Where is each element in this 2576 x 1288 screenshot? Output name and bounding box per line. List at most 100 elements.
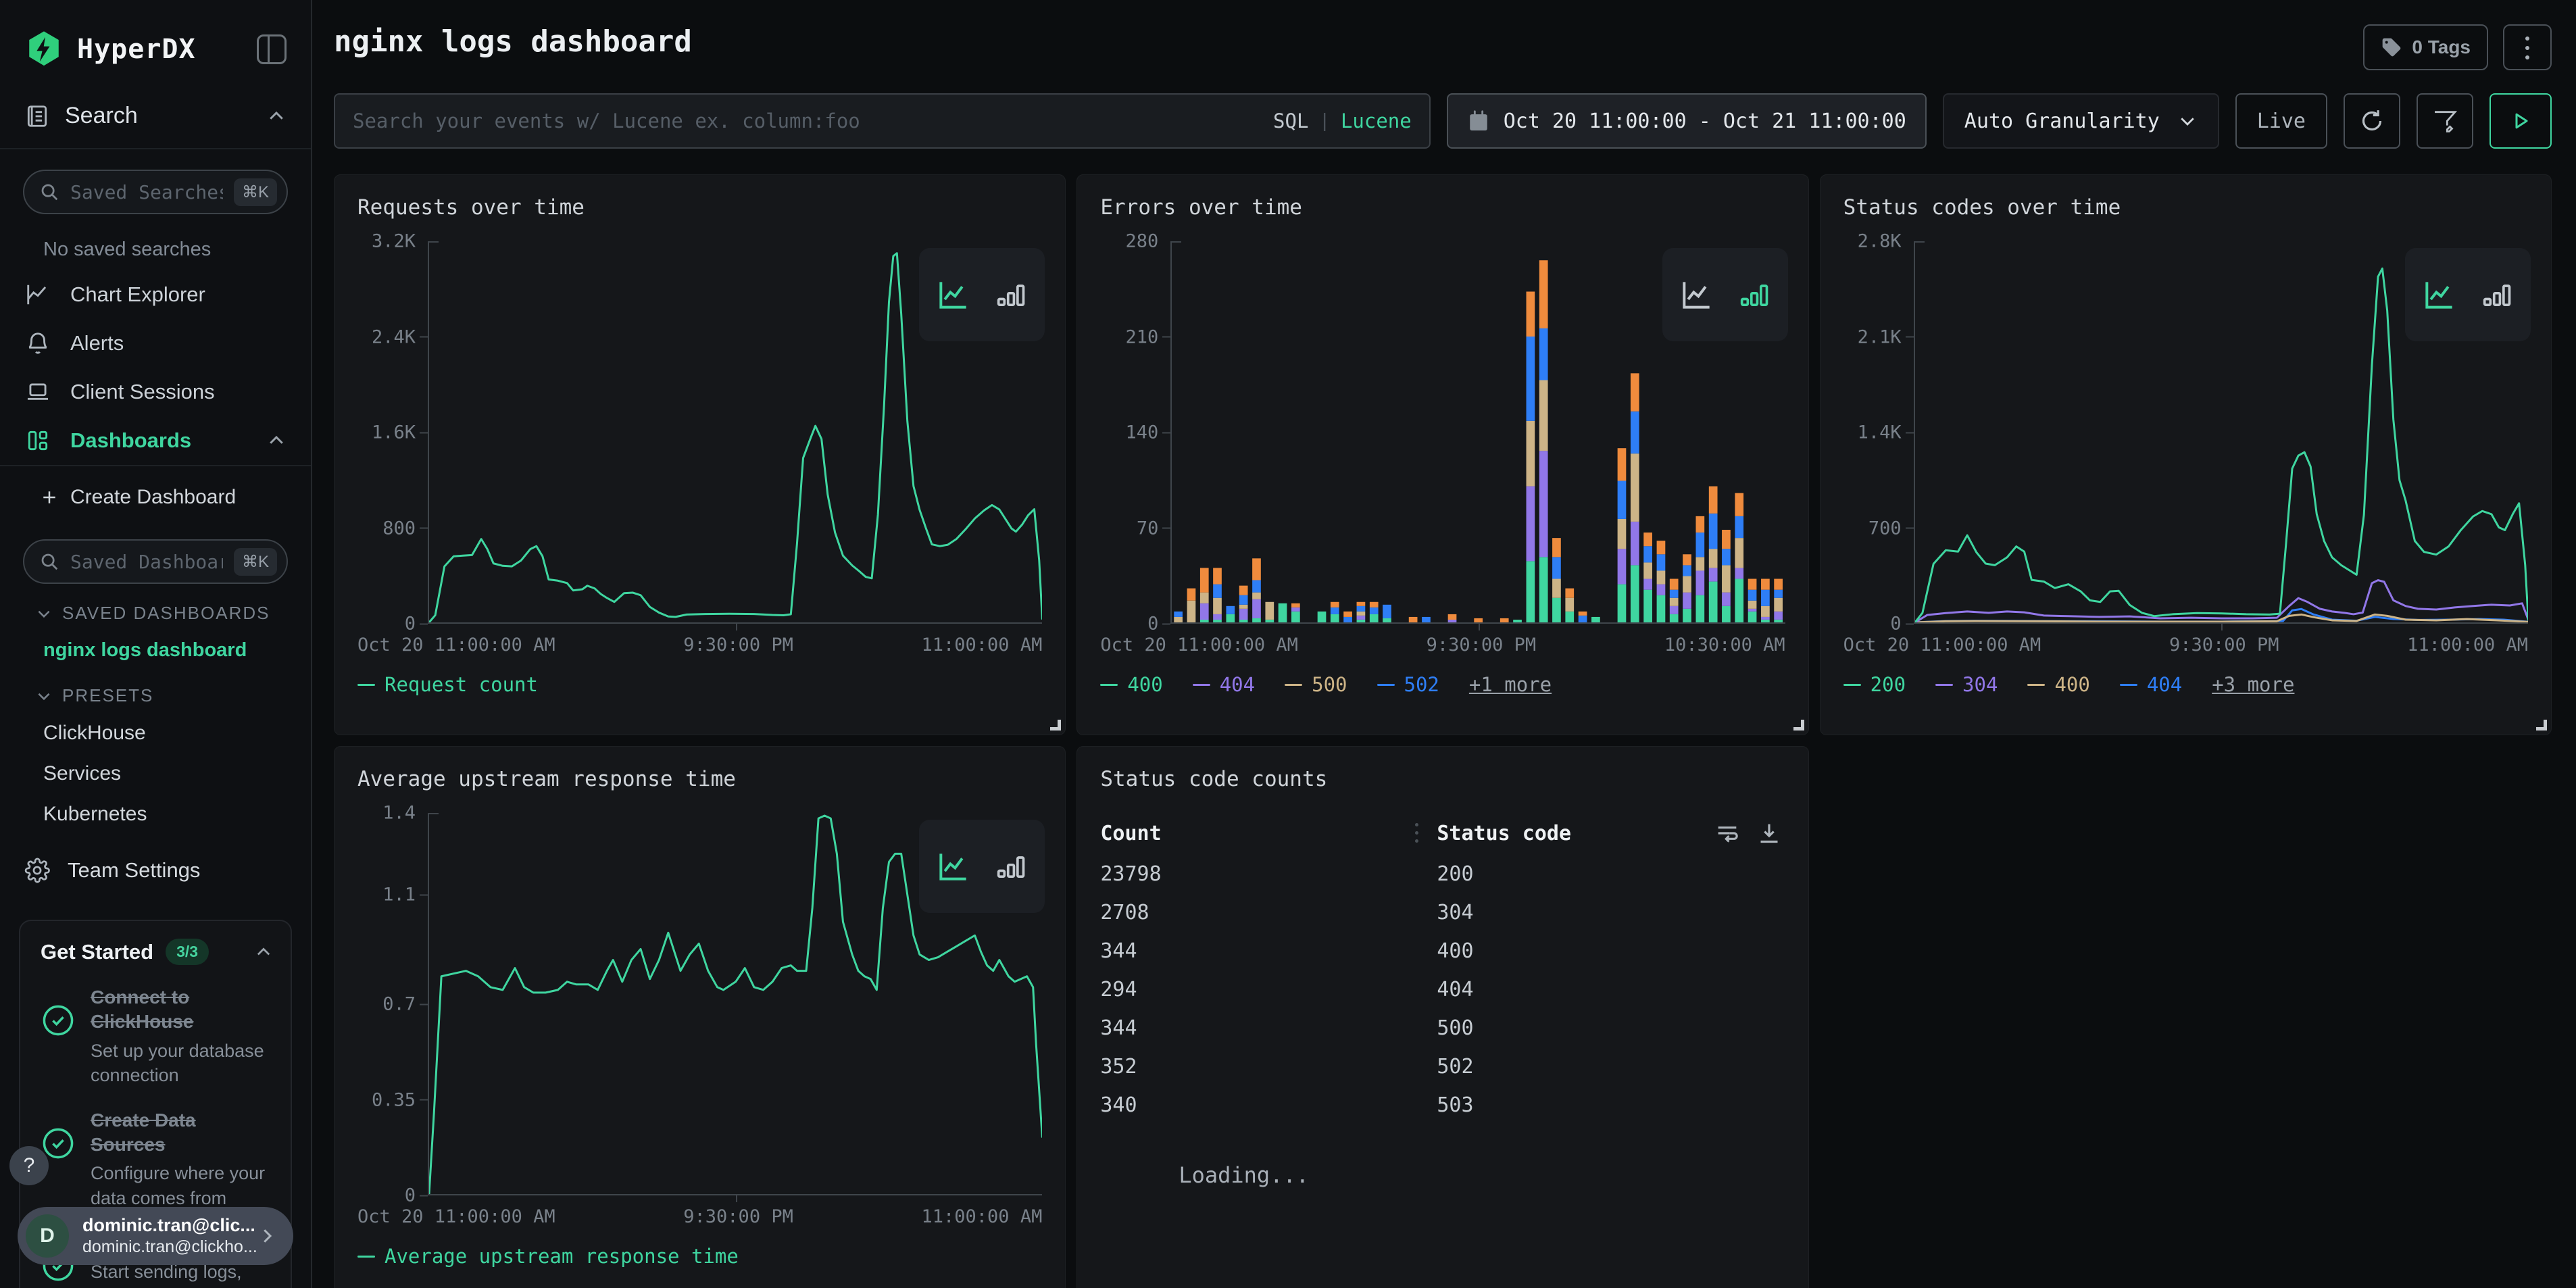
sidebar-item-dashboards[interactable]: Dashboards — [0, 416, 311, 465]
table-row[interactable]: 294404 — [1100, 970, 1785, 1009]
download-icon[interactable] — [1753, 818, 1785, 848]
y-tick-label: 700 — [1868, 518, 1914, 539]
bar-chart-toggle-icon[interactable] — [991, 275, 1030, 314]
tags-button[interactable]: 0 Tags — [2363, 24, 2488, 70]
y-tick-label: 210 — [1126, 326, 1171, 347]
column-drag-icon[interactable] — [1415, 822, 1419, 845]
group-label-text: PRESETS — [62, 685, 153, 706]
legend-swatch — [1377, 684, 1395, 686]
line-chart-toggle-icon[interactable] — [934, 275, 973, 314]
chevron-up-icon[interactable] — [266, 106, 287, 126]
saved-searches-field[interactable] — [70, 181, 223, 203]
legend-item[interactable]: 502 — [1377, 673, 1439, 696]
line-chart-toggle-icon[interactable] — [2420, 275, 2459, 314]
saved-dashboards-input[interactable]: ⌘K — [23, 539, 288, 584]
create-dashboard-button[interactable]: Create Dashboard — [0, 476, 311, 519]
cell-count: 352 — [1100, 1055, 1437, 1079]
lucene-mode-toggle[interactable]: Lucene — [1341, 109, 1412, 132]
table-row[interactable]: 340503 — [1100, 1086, 1785, 1124]
chart-legend: 200 304 400 404 +3 more — [1843, 673, 2528, 696]
sidebar-dashboard-nginx-logs[interactable]: nginx logs dashboard — [0, 630, 311, 670]
legend-item[interactable]: Average upstream response time — [357, 1245, 739, 1268]
wrap-text-icon[interactable] — [1711, 818, 1743, 848]
y-tick-label: 3.2K — [372, 231, 428, 252]
chart-legend: 400 404 500 502 +1 more — [1100, 673, 1785, 696]
filter-button[interactable] — [2417, 93, 2473, 149]
panel-errors-over-time: Errors over time 070140210280 Oct 20 11:… — [1076, 174, 1808, 735]
cell-status-code: 400 — [1437, 939, 1473, 963]
help-button[interactable]: ? — [9, 1146, 49, 1185]
sidebar-section-search[interactable]: Search — [0, 76, 311, 148]
get-started-item[interactable]: Connect to ClickHouse Set up your databa… — [41, 985, 273, 1088]
legend-item[interactable]: 500 — [1285, 673, 1347, 696]
event-search-bar[interactable]: SQL | Lucene — [334, 93, 1431, 149]
legend-item[interactable]: 304 — [1935, 673, 1998, 696]
line-chart-toggle-icon[interactable] — [934, 847, 973, 886]
panel-resize-handle[interactable] — [1793, 720, 1804, 730]
sql-mode-toggle[interactable]: SQL — [1273, 109, 1308, 132]
saved-searches-input[interactable]: ⌘K — [23, 170, 288, 214]
legend-item[interactable]: 400 — [1100, 673, 1162, 696]
cell-status-code: 502 — [1437, 1055, 1473, 1079]
team-settings-button[interactable]: Team Settings — [0, 835, 311, 906]
legend-item[interactable]: 404 — [2120, 673, 2182, 696]
refresh-button[interactable] — [2344, 93, 2400, 149]
table-row[interactable]: 344500 — [1100, 1009, 1785, 1047]
sidebar: HyperDX Search ⌘K No saved searches Char… — [0, 0, 312, 1288]
x-axis-labels: Oct 20 11:00:00 AM 9:30:00 PM 11:00:00 A… — [357, 635, 1042, 655]
cell-count: 294 — [1100, 978, 1437, 1001]
sidebar-preset-services[interactable]: Services — [0, 753, 311, 794]
saved-dashboards-field[interactable] — [70, 551, 223, 573]
panel-resize-handle[interactable] — [1050, 720, 1061, 730]
run-query-button[interactable] — [2490, 93, 2552, 149]
user-account-button[interactable]: D dominic.tran@clic... dominic.tran@clic… — [18, 1207, 293, 1265]
bar-chart-toggle-icon[interactable] — [991, 847, 1030, 886]
chevron-up-icon[interactable] — [266, 430, 287, 451]
panel-resize-handle[interactable] — [2536, 720, 2547, 730]
chevron-down-icon — [35, 605, 53, 622]
sidebar-preset-clickhouse[interactable]: ClickHouse — [0, 713, 311, 753]
x-label-mid: 9:30:00 PM — [683, 1206, 793, 1227]
legend-more-link[interactable]: +1 more — [1469, 673, 1552, 696]
line-chart-toggle-icon[interactable] — [1677, 275, 1716, 314]
saved-dashboards-group[interactable]: SAVED DASHBOARDS — [0, 588, 311, 630]
sidebar-collapse-icon[interactable] — [257, 34, 287, 64]
sidebar-item-alerts[interactable]: Alerts — [0, 319, 311, 368]
live-button[interactable]: Live — [2235, 93, 2327, 149]
sidebar-preset-kubernetes[interactable]: Kubernetes — [0, 794, 311, 835]
y-tick-label: 0 — [405, 614, 428, 635]
sidebar-item-chart-explorer[interactable]: Chart Explorer — [0, 270, 311, 319]
presets-group[interactable]: PRESETS — [0, 670, 311, 713]
table-row[interactable]: 352502 — [1100, 1047, 1785, 1086]
granularity-select[interactable]: Auto Granularity — [1943, 93, 2219, 149]
kebab-menu-icon[interactable] — [2503, 24, 2552, 70]
tag-icon — [2381, 36, 2402, 58]
bar-chart-toggle-icon[interactable] — [1734, 275, 1773, 314]
cell-count: 2708 — [1100, 901, 1437, 924]
table-row[interactable]: 23798200 — [1100, 855, 1785, 893]
legend-label: 200 — [1871, 673, 1906, 696]
legend-item[interactable]: 404 — [1193, 673, 1255, 696]
divider — [0, 465, 311, 466]
event-search-input[interactable] — [353, 109, 1260, 132]
cell-status-code: 404 — [1437, 978, 1473, 1001]
x-label-mid: 9:30:00 PM — [683, 635, 793, 655]
table-row[interactable]: 2708304 — [1100, 893, 1785, 932]
y-tick-label: 0 — [1890, 614, 1913, 635]
date-range-picker[interactable]: Oct 20 11:00:00 - Oct 21 11:00:00 — [1447, 93, 1927, 149]
legend-item[interactable]: 400 — [2027, 673, 2089, 696]
y-tick-label: 800 — [382, 518, 428, 539]
y-tick-label: 2.8K — [1858, 231, 1914, 252]
table-row[interactable]: 344400 — [1100, 932, 1785, 970]
sidebar-item-client-sessions[interactable]: Client Sessions — [0, 368, 311, 416]
legend-item[interactable]: Request count — [357, 673, 538, 696]
bar-chart-toggle-icon[interactable] — [2477, 275, 2516, 314]
column-header-status-code[interactable]: Status code — [1437, 822, 1571, 845]
legend-item[interactable]: 200 — [1843, 673, 1906, 696]
x-label-start: Oct 20 11:00:00 AM — [357, 1206, 555, 1227]
divider — [0, 148, 311, 149]
chevron-up-icon[interactable] — [254, 943, 273, 962]
legend-more-link[interactable]: +3 more — [2212, 673, 2294, 696]
column-header-count[interactable]: Count — [1100, 822, 1415, 845]
get-started-item[interactable]: Create Data Sources Configure where your… — [41, 1108, 273, 1211]
